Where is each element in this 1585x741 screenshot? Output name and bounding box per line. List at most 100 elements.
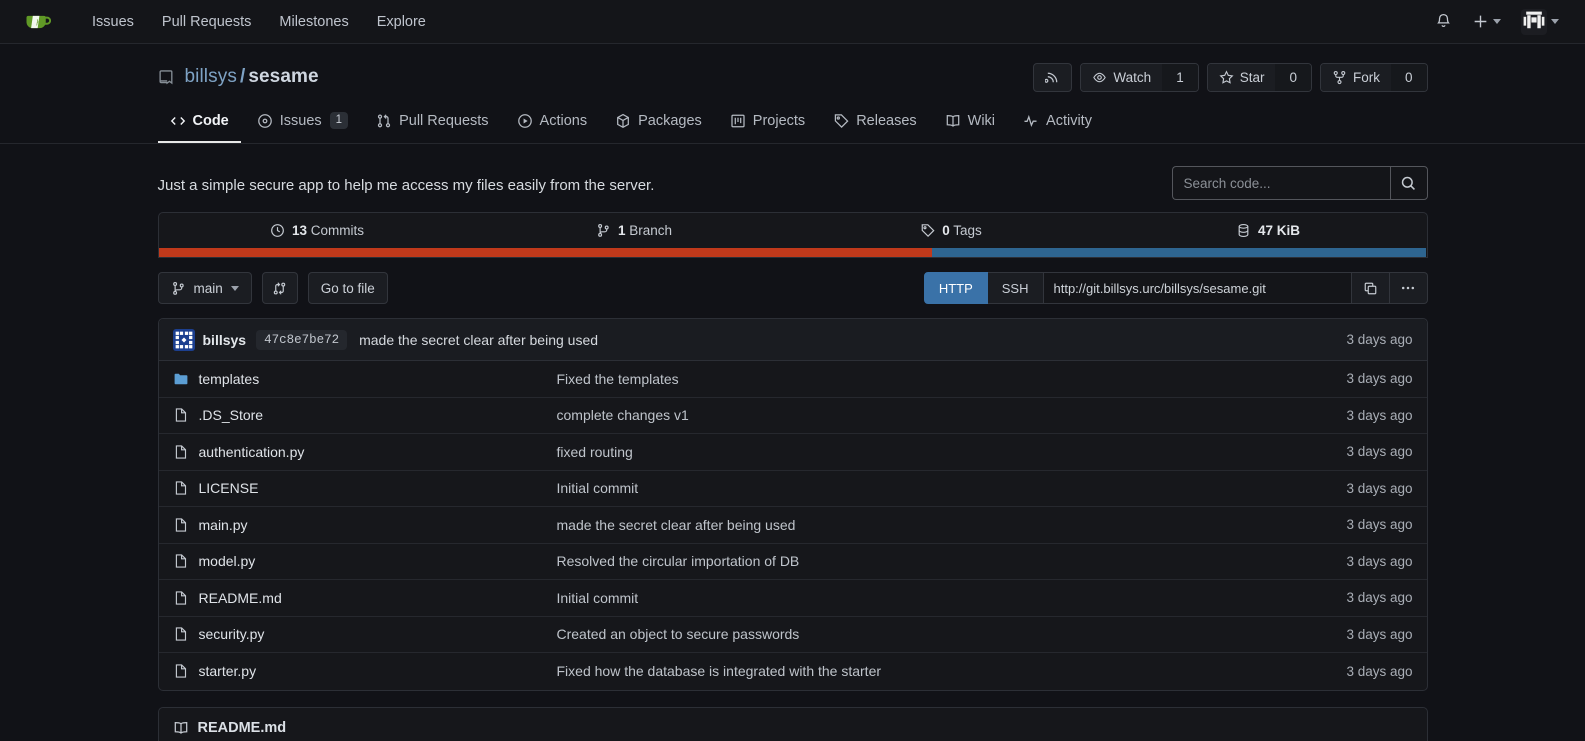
- tab-activity-label: Activity: [1046, 112, 1092, 129]
- stat-size-value: 47 KiB: [1257, 223, 1301, 238]
- file-name-link[interactable]: README.md: [199, 590, 282, 606]
- rss-button[interactable]: [1033, 62, 1073, 92]
- book-icon: [174, 721, 187, 734]
- svg-text:h: h: [36, 18, 40, 27]
- table-row[interactable]: templates Fixed the templates 3 days ago: [158, 361, 1427, 398]
- tab-wiki[interactable]: Wiki: [933, 104, 1007, 143]
- tab-releases[interactable]: Releases: [821, 104, 928, 143]
- clone-http-button[interactable]: HTTP: [923, 272, 988, 304]
- stat-commits[interactable]: 13 Commits: [159, 213, 476, 248]
- search-button[interactable]: [1389, 166, 1428, 200]
- table-row[interactable]: .DS_Store complete changes v1 3 days ago: [158, 398, 1427, 434]
- clone-more-button[interactable]: [1389, 272, 1428, 304]
- file-commit-time: 3 days ago: [1346, 444, 1413, 460]
- fork-button[interactable]: Fork: [1320, 63, 1391, 91]
- file-commit-message[interactable]: Initial commit: [557, 590, 1347, 606]
- description-row: Just a simple secure app to help me acce…: [158, 166, 1428, 200]
- repo-header: billsys / sesame Watch 1 Star 0 Fork 0 C…: [0, 44, 1585, 144]
- create-new-button[interactable]: [1464, 7, 1509, 36]
- branch-selector-button[interactable]: main: [157, 272, 252, 304]
- commit-author-avatar[interactable]: [172, 328, 195, 351]
- table-row[interactable]: security.py Created an object to secure p…: [158, 617, 1427, 653]
- table-row[interactable]: README.md Initial commit 3 days ago: [158, 580, 1427, 617]
- chevron-down-icon: [1493, 19, 1501, 24]
- tab-pull-requests[interactable]: Pull Requests: [364, 104, 500, 143]
- clone-url-input[interactable]: [1043, 272, 1352, 304]
- tab-projects[interactable]: Projects: [718, 104, 817, 143]
- gitea-logo[interactable]: h: [22, 7, 52, 37]
- notifications-button[interactable]: [1427, 7, 1460, 36]
- table-row[interactable]: model.py Resolved the circular importatio…: [158, 544, 1427, 580]
- file-name-link[interactable]: .DS_Store: [199, 407, 264, 423]
- stat-size[interactable]: 47 KiB: [1110, 213, 1427, 248]
- copy-clone-url-button[interactable]: [1351, 272, 1390, 304]
- go-to-file-label: Go to file: [320, 280, 375, 296]
- clone-controls: HTTP SSH: [923, 272, 1428, 304]
- tab-activity[interactable]: Activity: [1011, 104, 1104, 143]
- watch-count[interactable]: 1: [1162, 63, 1198, 91]
- file-name-link[interactable]: main.py: [199, 517, 248, 533]
- tab-issues-label: Issues: [279, 112, 322, 129]
- compare-button[interactable]: [261, 272, 298, 304]
- star-label: Star: [1239, 69, 1265, 85]
- top-navbar: h Issues Pull Requests Milestones Explor…: [0, 0, 1585, 44]
- nav-link-explore[interactable]: Explore: [363, 8, 440, 36]
- chevron-down-icon: [230, 285, 239, 291]
- file-name-cell: main.py: [173, 517, 557, 533]
- stat-branches[interactable]: 1 Branch: [476, 213, 793, 248]
- file-commit-message[interactable]: Fixed how the database is integrated wit…: [557, 663, 1347, 679]
- search-input[interactable]: [1171, 166, 1390, 200]
- repo-name-link[interactable]: sesame: [248, 66, 318, 87]
- breadcrumb: billsys / sesame: [185, 66, 319, 88]
- table-row[interactable]: LICENSE Initial commit 3 days ago: [158, 471, 1427, 507]
- file-name-cell: README.md: [173, 590, 557, 606]
- user-menu-button[interactable]: [1513, 3, 1567, 41]
- file-name-link[interactable]: starter.py: [199, 663, 257, 679]
- tab-wiki-label: Wiki: [967, 112, 996, 129]
- language-bar: [158, 248, 1427, 257]
- nav-link-pull-requests[interactable]: Pull Requests: [148, 8, 265, 36]
- star-button[interactable]: Star: [1207, 63, 1276, 91]
- file-commit-message[interactable]: Created an object to secure passwords: [557, 626, 1347, 642]
- stat-tags[interactable]: 0 Tags: [793, 213, 1110, 248]
- file-commit-message[interactable]: Initial commit: [557, 480, 1347, 496]
- nav-link-issues[interactable]: Issues: [78, 8, 148, 36]
- file-commit-message[interactable]: Fixed the templates: [557, 371, 1347, 387]
- nav-link-milestones[interactable]: Milestones: [265, 8, 362, 36]
- repo-body: Just a simple secure app to help me acce…: [0, 144, 1585, 741]
- table-row[interactable]: starter.py Fixed how the database is inte…: [159, 653, 1427, 690]
- file-name-link[interactable]: authentication.py: [199, 444, 305, 460]
- tab-releases-label: Releases: [856, 112, 917, 129]
- tab-packages-label: Packages: [638, 112, 702, 129]
- fork-count[interactable]: 0: [1390, 63, 1427, 91]
- file-icon: [173, 663, 189, 679]
- tab-issues[interactable]: Issues 1: [245, 103, 360, 143]
- watch-button[interactable]: Watch: [1081, 63, 1163, 91]
- tab-pull-requests-label: Pull Requests: [399, 112, 489, 129]
- commit-message[interactable]: made the secret clear after being used: [359, 332, 598, 348]
- tab-actions[interactable]: Actions: [505, 104, 600, 143]
- commit-sha[interactable]: 47c8e7be72: [256, 329, 348, 350]
- file-name-cell: LICENSE: [173, 480, 557, 496]
- file-commit-message[interactable]: made the secret clear after being used: [557, 517, 1347, 533]
- file-name-link[interactable]: LICENSE: [199, 480, 259, 496]
- file-commit-message[interactable]: Resolved the circular importation of DB: [557, 553, 1347, 569]
- file-name-link[interactable]: model.py: [199, 553, 256, 569]
- clone-ssh-button[interactable]: SSH: [987, 272, 1044, 304]
- tab-code[interactable]: Code: [157, 104, 241, 143]
- table-row[interactable]: authentication.py fixed routing 3 days ago: [158, 434, 1427, 471]
- go-to-file-button[interactable]: Go to file: [307, 272, 388, 304]
- readme-header: README.md: [158, 707, 1427, 741]
- tab-packages[interactable]: Packages: [603, 104, 714, 143]
- file-commit-message[interactable]: complete changes v1: [557, 407, 1347, 423]
- file-name-link[interactable]: templates: [199, 371, 260, 387]
- language-segment-secondary: [931, 248, 1427, 257]
- repo-owner-link[interactable]: billsys: [185, 66, 237, 87]
- readme-title: README.md: [197, 720, 287, 736]
- table-row[interactable]: main.py made the secret clear after being…: [158, 507, 1427, 544]
- star-count[interactable]: 0: [1275, 63, 1311, 91]
- commit-author-name[interactable]: billsys: [203, 332, 247, 348]
- commit-time: 3 days ago: [1346, 332, 1413, 347]
- file-name-link[interactable]: security.py: [199, 626, 265, 642]
- file-commit-message[interactable]: fixed routing: [557, 444, 1347, 460]
